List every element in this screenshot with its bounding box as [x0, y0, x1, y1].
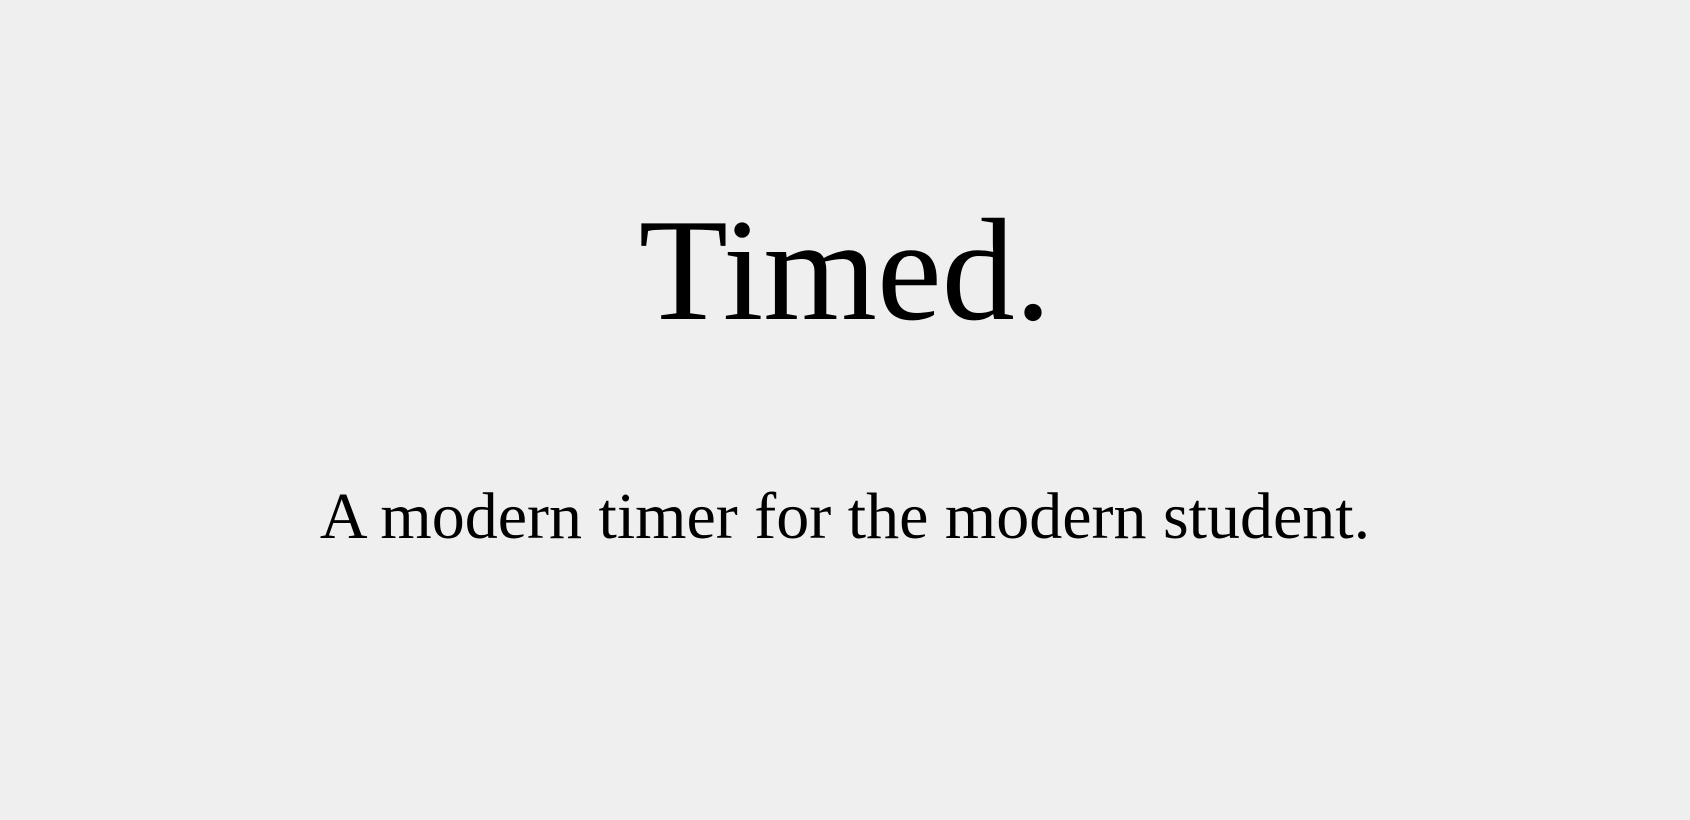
app-tagline: A modern timer for the modern student.: [319, 480, 1371, 553]
app-title: Timed.: [638, 189, 1052, 351]
landing-page: Timed. A modern timer for the modern stu…: [0, 0, 1690, 820]
